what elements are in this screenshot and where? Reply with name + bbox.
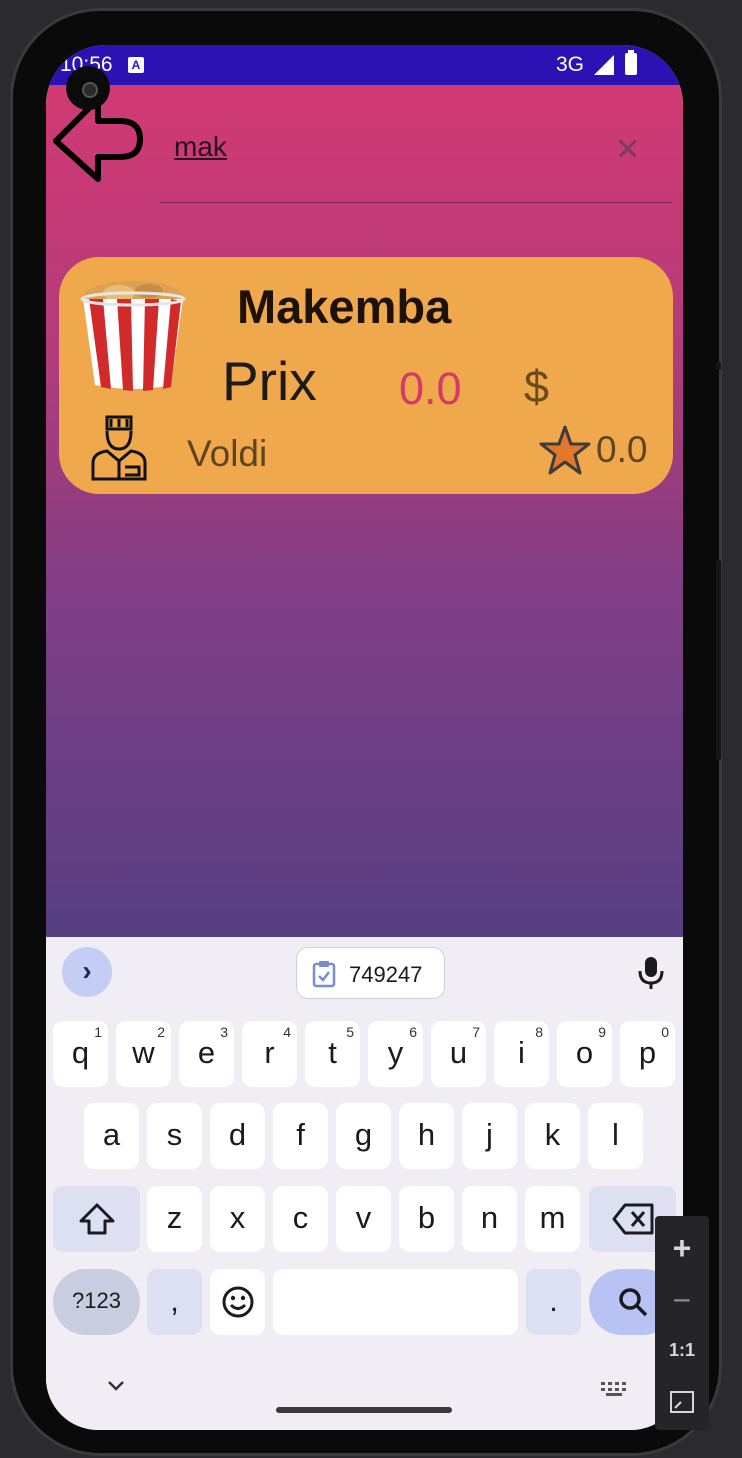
key-label: p (638, 1035, 657, 1070)
mic-icon[interactable] (636, 955, 666, 991)
key-e[interactable]: e3 (179, 1021, 234, 1087)
search-icon (618, 1288, 647, 1317)
symbols-key[interactable]: ?123 (53, 1269, 140, 1335)
key-hint: 0 (661, 1024, 669, 1040)
network-type: 3G (556, 53, 585, 76)
side-button (716, 362, 721, 370)
key-i[interactable]: i8 (494, 1021, 549, 1087)
key-hint: 2 (157, 1024, 165, 1040)
zoom-out-button[interactable]: − (655, 1282, 709, 1319)
key-label: r (264, 1035, 275, 1070)
key-hint: 1 (94, 1024, 102, 1040)
key-g[interactable]: g (336, 1103, 391, 1169)
period-key[interactable]: . (526, 1269, 581, 1335)
status-bar: 10:56 A 3G (46, 45, 683, 85)
key-label: u (449, 1035, 468, 1070)
key-hint: 5 (346, 1024, 354, 1040)
cook-name: Voldi (187, 433, 268, 474)
key-label: e (197, 1035, 216, 1070)
key-j[interactable]: j (462, 1103, 517, 1169)
key-label: t (328, 1035, 337, 1070)
key-x[interactable]: x (210, 1186, 265, 1252)
emulator-zoom-controls: + − 1:1 (655, 1216, 709, 1430)
shift-icon (79, 1203, 114, 1235)
soft-keyboard: › 749247 q1w2e3r4t5y6u7i8o9p0 asdfghjkl … (46, 937, 683, 1430)
battery-icon (625, 50, 637, 75)
key-label: y (387, 1035, 404, 1070)
key-p[interactable]: p0 (620, 1021, 675, 1087)
close-icon[interactable]: × (616, 129, 639, 169)
rating-value: 0.0 (596, 429, 648, 470)
price-label: Prix (222, 350, 317, 412)
key-label: w (132, 1035, 155, 1070)
volume-button (716, 560, 721, 760)
key-label: o (575, 1035, 594, 1070)
keyboard-switch-icon[interactable] (600, 1381, 628, 1397)
key-label: q (71, 1035, 90, 1070)
zoom-reset-button[interactable]: 1:1 (655, 1340, 709, 1361)
front-camera (66, 66, 110, 110)
key-q[interactable]: q1 (53, 1021, 108, 1087)
key-d[interactable]: d (210, 1103, 265, 1169)
backspace-icon (612, 1203, 653, 1235)
key-hint: 8 (535, 1024, 543, 1040)
key-s[interactable]: s (147, 1103, 202, 1169)
search-field[interactable]: mak × (160, 105, 672, 203)
key-y[interactable]: y6 (368, 1021, 423, 1087)
food-name: Makemba (237, 280, 452, 333)
price-currency: $ (524, 361, 550, 412)
key-label: i (518, 1035, 525, 1070)
star-icon (539, 425, 591, 475)
emoji-key[interactable] (210, 1269, 265, 1335)
key-k[interactable]: k (525, 1103, 580, 1169)
chevron-down-icon[interactable] (106, 1379, 126, 1393)
key-l[interactable]: l (588, 1103, 643, 1169)
notification-icon: A (128, 57, 144, 73)
key-r[interactable]: r4 (242, 1021, 297, 1087)
home-indicator[interactable] (276, 1407, 452, 1413)
key-f[interactable]: f (273, 1103, 328, 1169)
key-h[interactable]: h (399, 1103, 454, 1169)
key-hint: 6 (409, 1024, 417, 1040)
key-hint: 7 (472, 1024, 480, 1040)
clipboard-icon (312, 961, 336, 988)
key-v[interactable]: v (336, 1186, 391, 1252)
price-value: 0.0 (399, 363, 462, 414)
space-key[interactable] (273, 1269, 518, 1335)
key-hint: 4 (283, 1024, 291, 1040)
zoom-in-button[interactable]: + (655, 1230, 709, 1267)
chef-icon (91, 415, 147, 481)
key-t[interactable]: t5 (305, 1021, 360, 1087)
key-a[interactable]: a (84, 1103, 139, 1169)
key-b[interactable]: b (399, 1186, 454, 1252)
clipboard-text: 749247 (349, 962, 423, 987)
fries-bucket-icon (80, 281, 186, 391)
emoji-icon (222, 1286, 253, 1318)
search-input[interactable]: mak (174, 131, 227, 163)
key-hint: 9 (598, 1024, 606, 1040)
clipboard-suggestion[interactable]: 749247 (296, 947, 445, 999)
fit-screen-icon[interactable] (669, 1390, 695, 1414)
keyboard-toolbar-expand[interactable]: › (62, 947, 112, 997)
key-u[interactable]: u7 (431, 1021, 486, 1087)
key-w[interactable]: w2 (116, 1021, 171, 1087)
key-m[interactable]: m (525, 1186, 580, 1252)
phone-screen: 10:56 A 3G mak × Makemba Prix 0.0 $ Vold… (46, 45, 683, 1430)
result-card[interactable]: Makemba Prix 0.0 $ Voldi 0.0 (59, 257, 673, 494)
key-c[interactable]: c (273, 1186, 328, 1252)
key-hint: 3 (220, 1024, 228, 1040)
key-n[interactable]: n (462, 1186, 517, 1252)
search-screen: mak × Makemba Prix 0.0 $ Voldi 0.0 (46, 85, 683, 937)
comma-key[interactable]: , (147, 1269, 202, 1335)
shift-key[interactable] (53, 1186, 140, 1252)
key-z[interactable]: z (147, 1186, 202, 1252)
key-o[interactable]: o9 (557, 1021, 612, 1087)
signal-icon (594, 55, 614, 75)
